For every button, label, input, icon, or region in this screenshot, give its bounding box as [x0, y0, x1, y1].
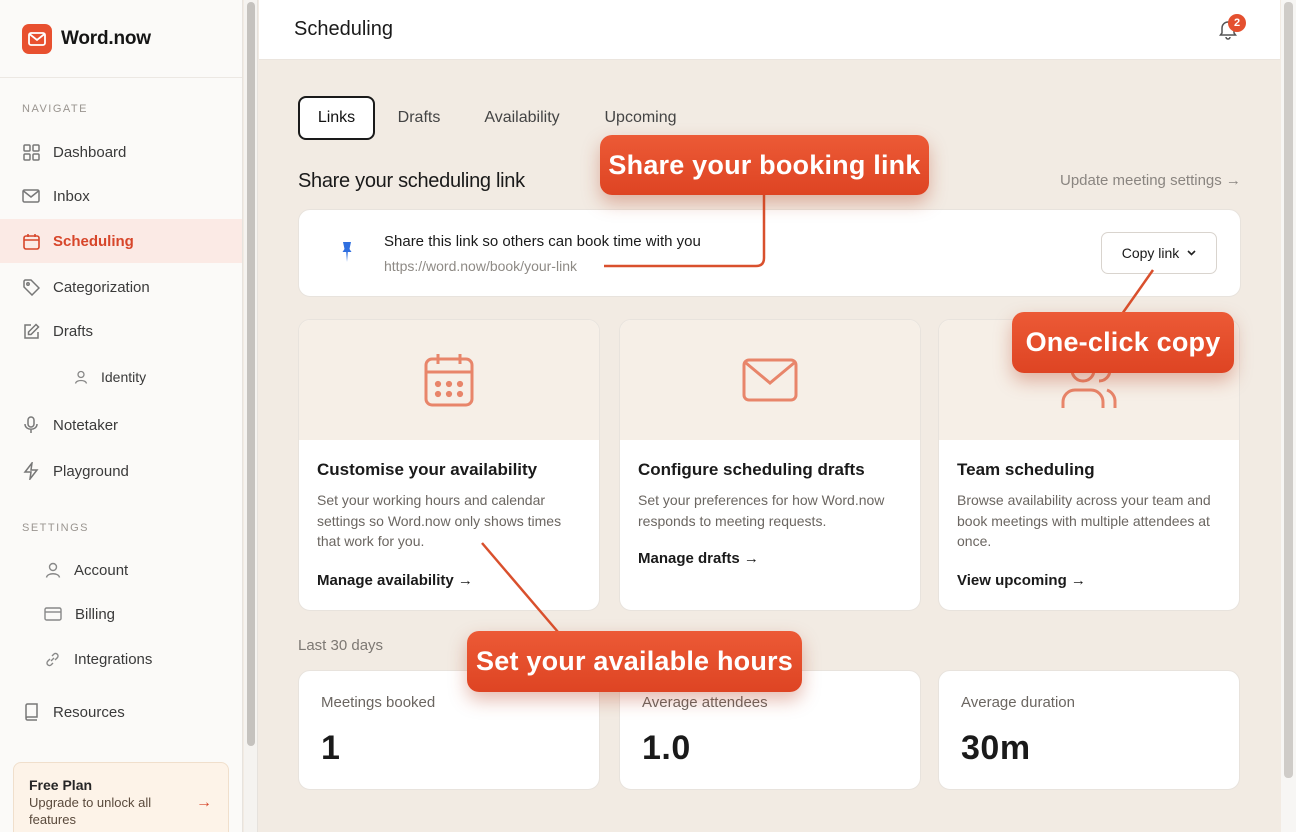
stat-label: Meetings booked — [321, 694, 436, 711]
manage-drafts-link[interactable]: Manage drafts → — [638, 550, 759, 567]
main-scrollbar[interactable] — [1281, 0, 1296, 832]
lightning-icon — [22, 462, 40, 480]
share-link-url[interactable]: https://word.now/book/your-link — [384, 258, 577, 274]
topbar: Scheduling 2 — [259, 0, 1280, 60]
brand[interactable]: Word.now — [0, 0, 242, 78]
share-link-card: Share this link so others can book time … — [298, 209, 1241, 297]
feature-description: Browse availability across your team and… — [957, 492, 1211, 549]
free-plan-title: Free Plan — [29, 777, 93, 793]
page-title: Scheduling — [294, 18, 393, 40]
callout-set-available-hours: Set your available hours — [467, 631, 802, 692]
stat-card-duration: Average duration 30m — [938, 670, 1240, 790]
credit-card-icon — [44, 606, 62, 623]
user-icon — [44, 562, 61, 579]
book-icon — [22, 703, 40, 721]
tab-links[interactable]: Links — [298, 96, 375, 140]
sidebar-item-label: Scheduling — [53, 232, 134, 250]
chevron-down-icon — [1187, 248, 1196, 259]
calendar-icon — [424, 354, 474, 407]
feature-hero — [299, 320, 599, 440]
stat-value: 1.0 — [642, 729, 691, 767]
feature-title: Customise your availability — [317, 460, 538, 479]
sidebar-item-label: Playground — [53, 462, 129, 480]
sidebar-item-billing[interactable]: Billing — [0, 592, 242, 636]
stats-period-label: Last 30 days — [298, 637, 384, 654]
main-scrollbar-thumb[interactable] — [1284, 2, 1293, 778]
navigate-label: NAVIGATE — [22, 103, 88, 115]
microphone-icon — [22, 416, 40, 434]
free-plan-subtitle: Upgrade to unlock all features — [29, 795, 152, 827]
stat-label: Average attendees — [642, 694, 768, 711]
sidebar-item-label: Inbox — [53, 187, 90, 205]
mail-icon — [22, 187, 40, 205]
arrow-right-icon: → — [196, 794, 212, 811]
sidebar-item-drafts[interactable]: Drafts — [0, 309, 242, 353]
sidebar-item-integrations[interactable]: Integrations — [0, 637, 242, 681]
sidebar-item-label: Identity — [101, 369, 147, 385]
view-upcoming-link[interactable]: View upcoming → — [957, 572, 1086, 589]
callout-share-booking-link: Share your booking link — [600, 135, 929, 195]
settings-label: SETTINGS — [22, 522, 90, 534]
stat-value: 30m — [961, 729, 1031, 767]
feature-title: Team scheduling — [957, 460, 1095, 479]
callout-one-click-copy: One-click copy — [1012, 312, 1234, 373]
feature-hero — [620, 320, 920, 440]
sidebar-item-notetaker[interactable]: Notetaker — [0, 403, 242, 447]
mail-icon — [742, 358, 798, 402]
feature-title: Configure scheduling drafts — [638, 460, 865, 479]
section-title: Share your scheduling link — [298, 170, 525, 192]
user-icon — [74, 370, 88, 384]
edit-icon — [22, 322, 40, 340]
feature-card-availability: Customise your availability Set your wor… — [298, 319, 600, 611]
stat-value: 1 — [321, 729, 341, 767]
mail-logo-icon — [22, 23, 52, 54]
sidebar-scrollbar-thumb[interactable] — [247, 2, 255, 746]
brand-name: Word.now — [61, 27, 151, 49]
sidebar-item-identity[interactable]: Identity — [0, 355, 242, 399]
feature-card-drafts: Configure scheduling drafts Set your pre… — [619, 319, 921, 611]
pin-icon — [342, 242, 352, 262]
tag-icon — [22, 278, 40, 296]
sidebar-item-label: Billing — [75, 605, 116, 623]
sidebar-item-label: Dashboard — [53, 143, 127, 161]
sidebar-item-playground[interactable]: Playground — [0, 449, 242, 493]
feature-description: Set your preferences for how Word.now re… — [638, 492, 885, 529]
sidebar-item-label: Account — [74, 561, 129, 579]
sidebar-item-account[interactable]: Account — [0, 548, 242, 592]
free-plan-banner[interactable]: Free Plan Upgrade to unlock all features… — [13, 762, 229, 832]
grid-icon — [22, 143, 40, 161]
sidebar-item-label: Integrations — [74, 650, 153, 668]
tab-drafts[interactable]: Drafts — [384, 96, 454, 140]
copy-link-button[interactable]: Copy link — [1101, 232, 1217, 274]
update-meeting-settings-link[interactable]: Update meeting settings → — [1060, 172, 1241, 189]
sidebar-item-label: Notetaker — [53, 416, 119, 434]
calendar-icon — [22, 232, 40, 250]
sidebar-item-label: Drafts — [53, 322, 94, 340]
tab-availability[interactable]: Availability — [471, 96, 573, 140]
feature-description: Set your working hours and calendar sett… — [317, 492, 562, 549]
manage-availability-link[interactable]: Manage availability → — [317, 572, 473, 589]
sidebar-item-dashboard[interactable]: Dashboard — [0, 130, 242, 174]
sidebar: Word.now NAVIGATE Dashboard Inbox Schedu… — [0, 0, 243, 832]
copy-link-label: Copy link — [1121, 245, 1180, 261]
tab-upcoming[interactable]: Upcoming — [592, 96, 689, 140]
sidebar-item-categorization[interactable]: Categorization — [0, 265, 242, 309]
stat-label: Average duration — [961, 694, 1075, 711]
link-icon — [44, 651, 61, 668]
sidebar-item-scheduling[interactable]: Scheduling — [0, 219, 242, 263]
sidebar-item-inbox[interactable]: Inbox — [0, 174, 242, 218]
sidebar-item-label: Resources — [53, 703, 125, 721]
sidebar-item-label: Categorization — [53, 278, 150, 296]
sidebar-item-resources[interactable]: Resources — [0, 690, 242, 734]
share-link-title: Share this link so others can book time … — [384, 233, 701, 250]
notification-badge: 2 — [1228, 14, 1246, 32]
sidebar-scrollbar[interactable] — [244, 0, 258, 832]
